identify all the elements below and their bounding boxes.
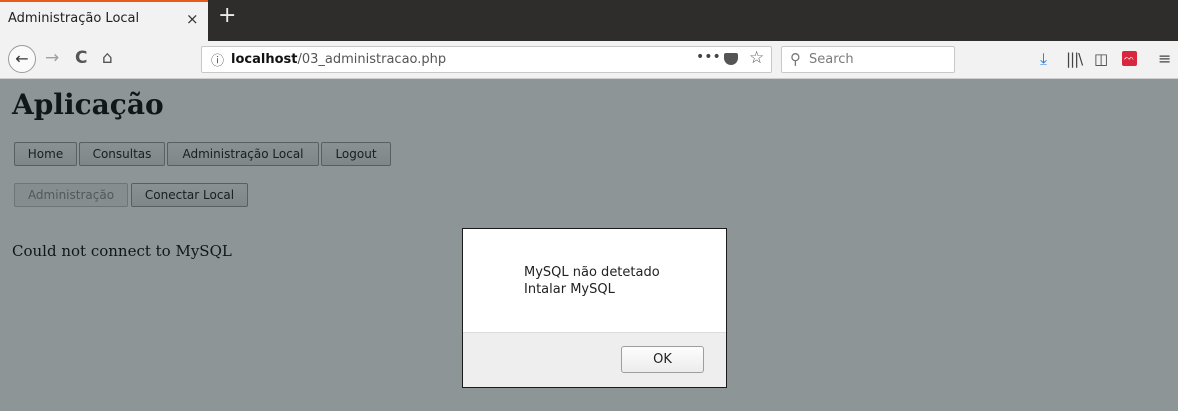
tab-active[interactable]: Administração Local × bbox=[0, 0, 208, 41]
sidebar-icon[interactable]: ◫ bbox=[1094, 49, 1108, 69]
url-text: localhost/03_administracao.php bbox=[231, 52, 446, 67]
pocket-icon[interactable] bbox=[724, 53, 738, 65]
bookmark-star-icon[interactable]: ☆ bbox=[749, 48, 764, 68]
reload-icon[interactable]: C bbox=[75, 47, 87, 69]
site-info-icon[interactable]: ⓘ bbox=[211, 50, 224, 69]
search-placeholder: Search bbox=[809, 52, 854, 67]
home-icon[interactable]: ⌂ bbox=[102, 47, 113, 69]
navigation-toolbar: ← → C ⌂ ⓘ localhost/03_administracao.php… bbox=[0, 41, 1178, 79]
forward-arrow-icon[interactable]: → bbox=[45, 47, 59, 69]
download-icon[interactable]: ⤓ bbox=[1040, 49, 1047, 69]
page-actions-icon[interactable]: ••• bbox=[696, 49, 721, 65]
tab-title: Administração Local bbox=[8, 11, 140, 26]
tab-strip: Administração Local × + bbox=[0, 0, 1178, 41]
ok-button[interactable]: OK bbox=[621, 346, 704, 373]
close-tab-icon[interactable]: × bbox=[186, 10, 199, 28]
url-bar[interactable]: ⓘ localhost/03_administracao.php ••• ☆ bbox=[201, 46, 772, 73]
menu-icon[interactable]: ≡ bbox=[1158, 49, 1171, 69]
url-host: localhost bbox=[231, 52, 298, 67]
dialog-message: MySQL não detetado Intalar MySQL bbox=[524, 264, 660, 298]
dialog-message-line-1: MySQL não detetado bbox=[524, 265, 660, 280]
search-input[interactable]: ⚲ Search bbox=[781, 46, 955, 73]
search-icon: ⚲ bbox=[790, 50, 801, 68]
dialog-message-line-2: Intalar MySQL bbox=[524, 282, 615, 297]
dialog-footer: OK bbox=[463, 332, 726, 387]
library-icon[interactable]: |||\ bbox=[1066, 49, 1083, 69]
alert-dialog: MySQL não detetado Intalar MySQL OK bbox=[462, 228, 727, 388]
new-tab-icon[interactable]: + bbox=[218, 4, 236, 28]
back-arrow-icon[interactable]: ← bbox=[8, 45, 36, 73]
url-path: /03_administracao.php bbox=[297, 52, 447, 67]
extension-icon[interactable]: ᨓ bbox=[1122, 51, 1137, 66]
